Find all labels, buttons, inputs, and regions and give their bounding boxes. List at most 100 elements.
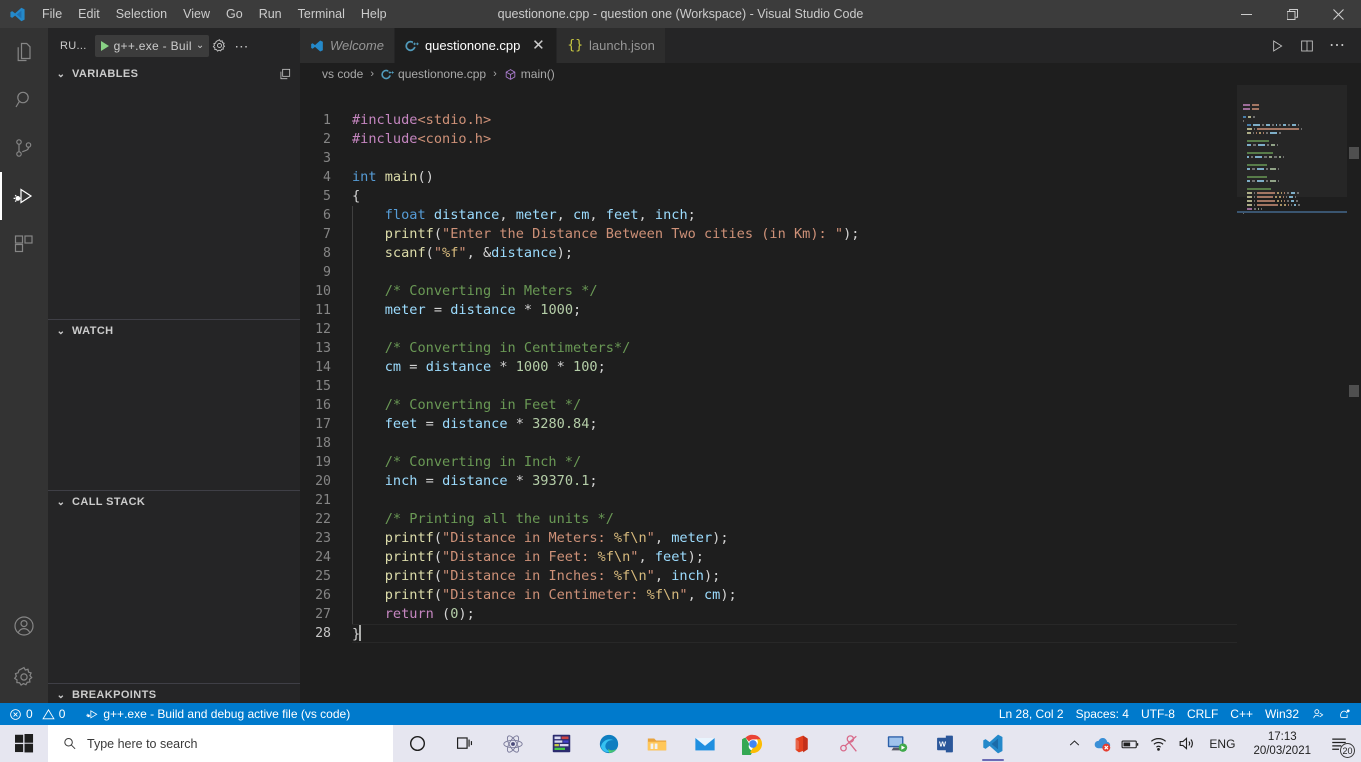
status-debug-target[interactable]: g++.exe - Build and debug active file (v… [79, 703, 356, 725]
line-content[interactable]: /* Converting in Inch */ [352, 453, 581, 472]
activity-settings[interactable] [0, 651, 48, 703]
menu-terminal[interactable]: Terminal [290, 0, 353, 28]
status-platform[interactable]: Win32 [1259, 703, 1305, 725]
code-line[interactable]: 27 return (0); [300, 605, 1361, 624]
input-language[interactable]: ENG [1201, 737, 1243, 751]
copy-icon[interactable] [278, 67, 292, 81]
code-line[interactable]: 16 /* Converting in Feet */ [300, 396, 1361, 415]
code-line[interactable]: 12 [300, 320, 1361, 339]
taskbar-microsoft-word[interactable]: W [921, 725, 969, 762]
line-content[interactable]: /* Converting in Feet */ [352, 396, 581, 415]
maximize-restore-button[interactable] [1269, 0, 1315, 28]
status-problems[interactable]: 0 0 [0, 703, 71, 725]
line-content[interactable]: #include<conio.h> [352, 130, 491, 149]
line-content[interactable]: printf("Distance in Feet: %f\n", feet); [352, 548, 704, 567]
status-language-mode[interactable]: C++ [1224, 703, 1259, 725]
menu-go[interactable]: Go [218, 0, 251, 28]
code-line[interactable]: 3 [300, 149, 1361, 168]
line-content[interactable]: return (0); [352, 605, 475, 624]
line-content[interactable]: #include<stdio.h> [352, 111, 491, 130]
code-line[interactable]: 13 /* Converting in Centimeters*/ [300, 339, 1361, 358]
minimize-button[interactable] [1223, 0, 1269, 28]
line-content[interactable]: meter = distance * 1000; [352, 301, 581, 320]
activity-accounts[interactable] [0, 601, 48, 651]
taskbar-task-view[interactable] [441, 725, 489, 762]
taskbar-microsoft-edge[interactable] [585, 725, 633, 762]
close-button[interactable] [1315, 0, 1361, 28]
code-line[interactable]: 6 float distance, meter, cm, feet, inch; [300, 206, 1361, 225]
line-content[interactable]: } [352, 624, 361, 643]
code-line[interactable]: 22 /* Printing all the units */ [300, 510, 1361, 529]
status-indentation[interactable]: Spaces: 4 [1070, 703, 1135, 725]
line-content[interactable]: printf("Enter the Distance Between Two c… [352, 225, 859, 244]
section-header-call-stack[interactable]: ⌄ CALL STACK [48, 491, 300, 513]
code-line[interactable]: 1 #include<stdio.h> [300, 111, 1361, 130]
open-launch-json-button[interactable] [209, 35, 231, 57]
code-line[interactable]: 11 meter = distance * 1000; [300, 301, 1361, 320]
taskbar-react-app[interactable] [489, 725, 537, 762]
code-line[interactable]: 2 #include<conio.h> [300, 130, 1361, 149]
code-line[interactable]: 26 printf("Distance in Centimeter: %f\n"… [300, 586, 1361, 605]
code-line[interactable]: 19 /* Converting in Inch */ [300, 453, 1361, 472]
code-line[interactable]: 7 printf("Enter the Distance Between Two… [300, 225, 1361, 244]
taskbar-google-chrome[interactable] [729, 725, 777, 762]
menu-edit[interactable]: Edit [70, 0, 108, 28]
line-content[interactable]: /* Printing all the units */ [352, 510, 614, 529]
taskbar-visual-studio-code[interactable] [969, 725, 1017, 762]
activity-extensions[interactable] [0, 220, 48, 268]
taskbar-cortana[interactable] [393, 725, 441, 762]
cloud-error-icon[interactable] [1089, 725, 1115, 762]
speaker-icon[interactable] [1173, 725, 1199, 762]
menu-file[interactable]: File [34, 0, 70, 28]
line-content[interactable]: { [352, 187, 360, 206]
status-live-share[interactable] [1305, 703, 1331, 725]
status-editor-position[interactable]: Ln 28, Col 2 [993, 703, 1070, 725]
code-line[interactable]: 23 printf("Distance in Meters: %f\n", me… [300, 529, 1361, 548]
taskbar-remote-desktop[interactable] [873, 725, 921, 762]
breadcrumb-symbol[interactable]: main() [504, 67, 555, 81]
menu-help[interactable]: Help [353, 0, 395, 28]
breadcrumb-folder[interactable]: vs code [322, 67, 363, 81]
menu-selection[interactable]: Selection [108, 0, 175, 28]
activity-explorer[interactable] [0, 28, 48, 76]
line-content[interactable]: int main() [352, 168, 434, 187]
code-line[interactable]: 28} [300, 624, 1361, 643]
notification-center-button[interactable]: 20 [1321, 725, 1357, 762]
code-line[interactable]: 20 inch = distance * 39370.1; [300, 472, 1361, 491]
debug-config-dropdown[interactable]: g++.exe - Buil ⌄ [94, 34, 209, 57]
section-header-breakpoints[interactable]: ⌄ BREAKPOINTS [48, 684, 300, 703]
clock[interactable]: 17:13 20/03/2021 [1245, 730, 1319, 758]
more-actions-button[interactable]: ⋯ [1323, 28, 1351, 63]
line-content[interactable]: float distance, meter, cm, feet, inch; [352, 206, 696, 225]
taskbar-microsoft-office[interactable] [777, 725, 825, 762]
menu-run[interactable]: Run [251, 0, 290, 28]
line-content[interactable]: printf("Distance in Centimeter: %f\n", c… [352, 586, 737, 605]
code-line[interactable]: 24 printf("Distance in Feet: %f\n", feet… [300, 548, 1361, 567]
tab-launch-json[interactable]: {} launch.json [557, 28, 666, 63]
section-header-watch[interactable]: ⌄ WATCH [48, 320, 300, 342]
menu-view[interactable]: View [175, 0, 218, 28]
code-line[interactable]: 17 feet = distance * 3280.84; [300, 415, 1361, 434]
minimap[interactable] [1237, 85, 1347, 703]
status-encoding[interactable]: UTF-8 [1135, 703, 1181, 725]
breadcrumb-file[interactable]: questionone.cpp [381, 67, 486, 81]
status-eol[interactable]: CRLF [1181, 703, 1224, 725]
code-line[interactable]: 25 printf("Distance in Inches: %f\n", in… [300, 567, 1361, 586]
line-content[interactable]: /* Converting in Meters */ [352, 282, 598, 301]
code-line[interactable]: 4 int main() [300, 168, 1361, 187]
code-line[interactable]: 5{ [300, 187, 1361, 206]
taskbar-codeblocks[interactable] [537, 725, 585, 762]
code-line[interactable]: 10 /* Converting in Meters */ [300, 282, 1361, 301]
activity-search[interactable] [0, 76, 48, 124]
line-content[interactable]: feet = distance * 3280.84; [352, 415, 598, 434]
status-notifications[interactable] [1331, 703, 1361, 725]
battery-icon[interactable] [1117, 725, 1143, 762]
editor-vertical-scrollbar[interactable] [1347, 85, 1361, 703]
code-line[interactable]: 8 scanf("%f", &distance); [300, 244, 1361, 263]
taskbar-file-explorer[interactable] [633, 725, 681, 762]
line-content[interactable]: printf("Distance in Meters: %f\n", meter… [352, 529, 729, 548]
wifi-icon[interactable] [1145, 725, 1171, 762]
section-header-variables[interactable]: ⌄ VARIABLES [48, 63, 300, 85]
line-content[interactable]: cm = distance * 1000 * 100; [352, 358, 606, 377]
taskbar-mail[interactable] [681, 725, 729, 762]
